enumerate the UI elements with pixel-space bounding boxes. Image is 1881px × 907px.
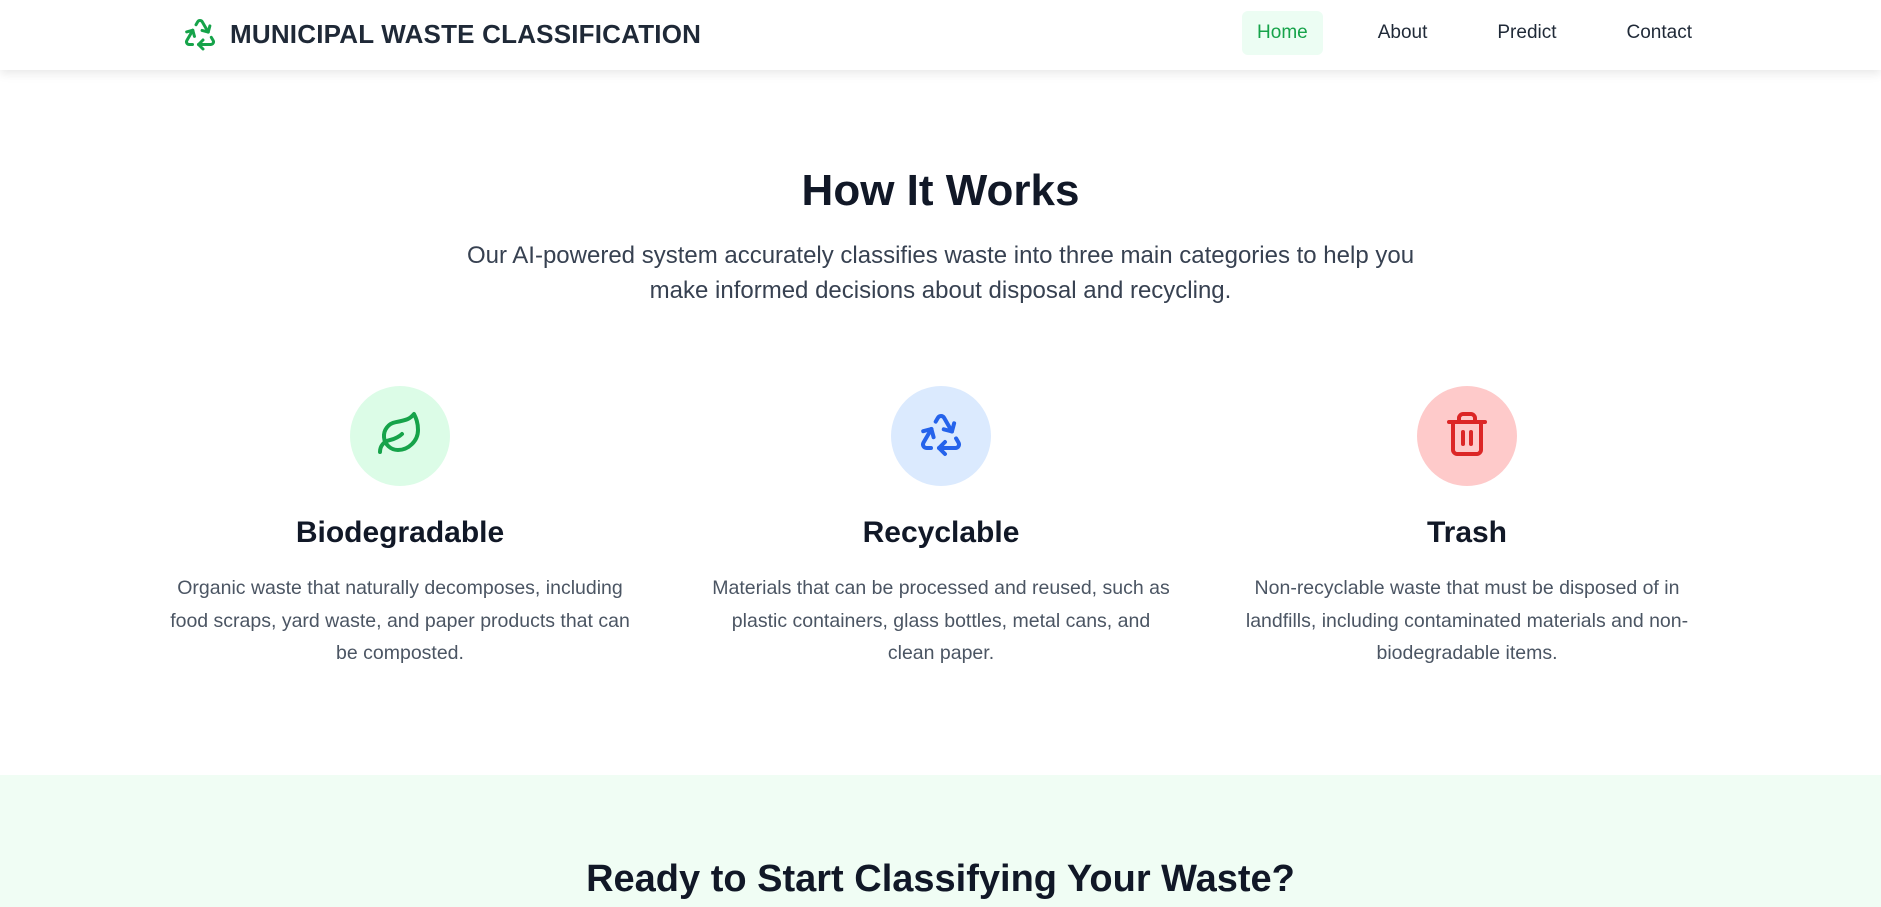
recycle-icon	[917, 410, 965, 463]
card-title: Biodegradable	[295, 516, 505, 549]
cta-title: Ready to Start Classifying Your Waste?	[586, 858, 1295, 900]
nav-contact[interactable]: Contact	[1612, 11, 1707, 55]
main-nav: Home About Predict Contact	[1242, 11, 1707, 55]
brand-title: MUNICIPAL WASTE CLASSIFICATION	[230, 18, 702, 49]
recycle-icon	[182, 16, 218, 52]
card-title: Trash	[1426, 516, 1508, 549]
card-icon-circle	[1417, 386, 1517, 486]
nav-predict[interactable]: Predict	[1482, 11, 1571, 55]
nav-about[interactable]: About	[1363, 11, 1443, 55]
card-description: Organic waste that naturally decomposes,…	[170, 577, 630, 664]
card-trash: Trash Non-recyclable waste that must be …	[1217, 386, 1717, 670]
card-icon-circle	[891, 386, 991, 486]
card-recyclable: Recyclable Materials that can be process…	[691, 386, 1191, 670]
trash-icon	[1443, 410, 1491, 463]
leaf-icon	[376, 410, 424, 463]
card-description: Non-recyclable waste that must be dispos…	[1245, 577, 1689, 664]
brand[interactable]: MUNICIPAL WASTE CLASSIFICATION	[182, 14, 701, 54]
how-it-works-subtitle: Our AI-powered system accurately classif…	[466, 242, 1415, 304]
nav-home[interactable]: Home	[1242, 11, 1323, 55]
card-icon-circle	[350, 386, 450, 486]
how-it-works-title: How It Works	[801, 166, 1080, 215]
site-header: MUNICIPAL WASTE CLASSIFICATION Home Abou…	[0, 0, 1881, 70]
card-biodegradable: Biodegradable Organic waste that natural…	[150, 386, 650, 670]
card-title: Recyclable	[862, 516, 1020, 549]
card-description: Materials that can be processed and reus…	[712, 577, 1170, 664]
category-cards: Biodegradable Organic waste that natural…	[150, 386, 1730, 686]
